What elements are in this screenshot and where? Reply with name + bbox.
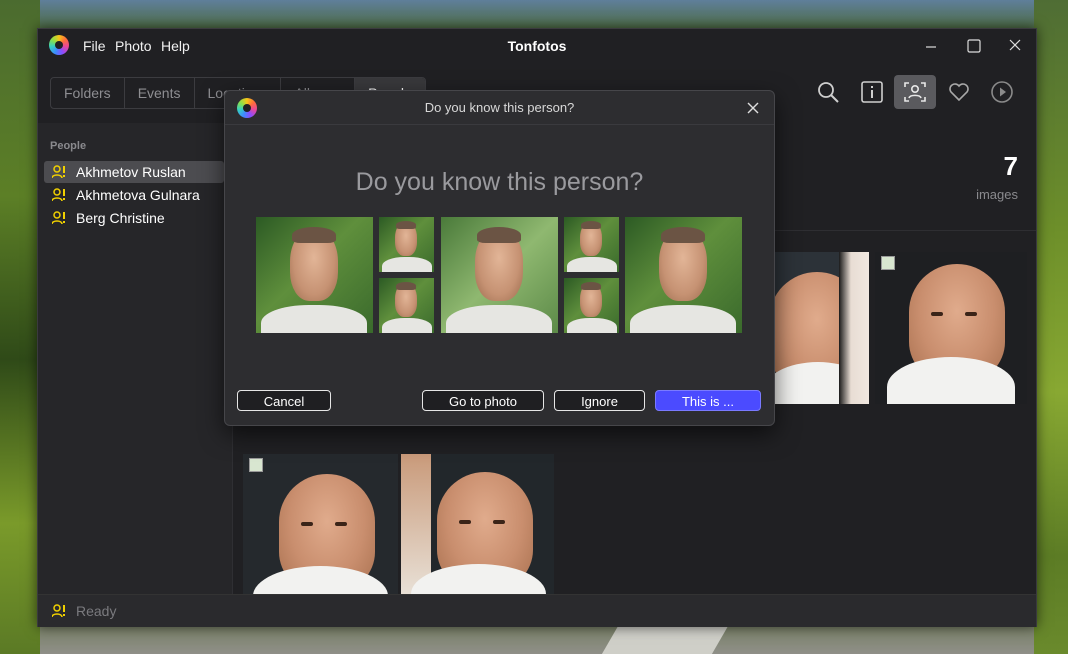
photo-second-person <box>839 252 869 404</box>
status-bar: Ready <box>38 594 1036 627</box>
ignore-button[interactable]: Ignore <box>554 390 645 411</box>
minimize-button[interactable] <box>911 33 951 59</box>
sidebar-heading: People <box>50 140 87 152</box>
face-thumbnail <box>379 278 434 333</box>
photo-eye <box>493 520 505 524</box>
photo-thumbnail[interactable] <box>875 252 1027 404</box>
slideshow-button[interactable] <box>981 75 1023 109</box>
go-to-photo-button[interactable]: Go to photo <box>422 390 544 411</box>
tab-folders[interactable]: Folders <box>51 78 125 108</box>
sidebar-item-label: Berg Christine <box>76 210 165 226</box>
minimize-icon <box>926 46 936 48</box>
photo-eye <box>965 312 977 316</box>
cancel-button[interactable]: Cancel <box>237 390 331 411</box>
photo-eye <box>301 522 313 526</box>
face-thumbnail <box>564 217 619 272</box>
photo-second-person <box>401 454 431 594</box>
search-button[interactable] <box>807 75 849 109</box>
close-icon <box>747 102 759 114</box>
maximize-button[interactable] <box>954 33 994 59</box>
dialog-question: Do you know this person? <box>355 168 644 196</box>
desktop-road <box>601 626 729 654</box>
sidebar-item-akhmetova-gulnara[interactable]: Akhmetova Gulnara <box>44 184 224 206</box>
play-icon <box>991 81 1013 103</box>
person-warning-icon <box>52 188 65 202</box>
face-thumbnail <box>625 217 742 333</box>
broken-image-icon <box>249 458 263 472</box>
face-thumbnail <box>564 278 619 333</box>
heart-icon <box>949 83 969 102</box>
window-title: Tonfotos <box>507 38 567 54</box>
desktop-wallpaper-right <box>1034 0 1068 654</box>
photo-eye <box>459 520 471 524</box>
person-warning-icon <box>52 165 65 179</box>
face-thumbnail <box>256 217 373 333</box>
sidebar-item-label: Akhmetova Gulnara <box>76 187 200 203</box>
tab-events[interactable]: Events <box>125 78 195 108</box>
people-icon <box>904 82 926 102</box>
favorites-button[interactable] <box>938 75 980 109</box>
face-thumbnail <box>379 217 434 272</box>
this-is-button[interactable]: This is ... <box>655 390 761 411</box>
person-warning-icon <box>52 604 65 618</box>
face-thumbnail <box>441 217 558 333</box>
photo-eye <box>931 312 943 316</box>
photo-thumbnail[interactable] <box>773 252 869 404</box>
person-warning-icon <box>52 211 65 225</box>
info-button[interactable] <box>851 75 893 109</box>
people-view-button[interactable] <box>894 75 936 109</box>
image-count-label: images <box>976 187 1018 202</box>
desktop-wallpaper-left <box>0 0 40 654</box>
broken-image-icon <box>881 256 895 270</box>
dialog-title: Do you know this person? <box>424 100 575 115</box>
dialog-title-bar: Do you know this person? <box>225 91 774 125</box>
sidebar-item-akhmetov-ruslan[interactable]: Akhmetov Ruslan <box>44 161 224 183</box>
dialog-close-button[interactable] <box>741 96 765 120</box>
close-window-button[interactable] <box>995 33 1035 59</box>
photo-eye <box>335 522 347 526</box>
photo-thumbnail[interactable] <box>401 454 554 594</box>
sidebar-item-label: Akhmetov Ruslan <box>76 164 186 180</box>
sidebar-item-berg-christine[interactable]: Berg Christine <box>44 207 224 229</box>
image-count: 7 <box>1003 151 1018 181</box>
know-person-dialog: Do you know this person? Do you know thi… <box>224 90 775 426</box>
maximize-icon <box>967 39 981 53</box>
photo-thumbnail[interactable] <box>243 454 398 594</box>
title-bar: File Photo Help Tonfotos <box>38 29 1036 63</box>
search-icon <box>818 82 839 103</box>
close-icon <box>1009 39 1021 51</box>
info-icon <box>861 81 883 103</box>
people-sidebar: People Akhmetov Ruslan Akhmetova Gulnara… <box>38 123 233 594</box>
status-text: Ready <box>76 603 117 619</box>
